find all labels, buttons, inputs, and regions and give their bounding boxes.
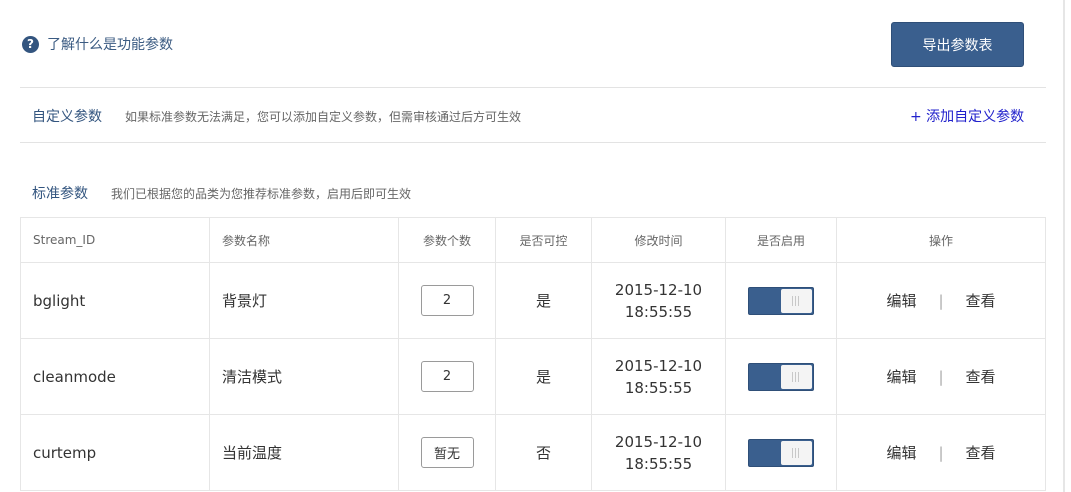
- toggle-knob: [781, 364, 812, 389]
- param-count-cell: 暂无: [398, 414, 496, 491]
- grip-icon: [792, 371, 801, 382]
- divider: [20, 87, 1046, 88]
- enabled-cell: [725, 414, 837, 491]
- actions-cell: 编辑 | 查看: [836, 414, 1046, 491]
- grip-icon: [792, 447, 801, 458]
- modified-time-cell: 2015-12-10 18:55:55: [591, 338, 726, 415]
- grip-icon: [792, 295, 801, 306]
- stream-id-cell: bglight: [20, 262, 210, 339]
- custom-params-label: 自定义参数: [32, 109, 102, 125]
- toggle-knob: [781, 288, 812, 313]
- param-count-cell: 2: [398, 262, 496, 339]
- stream-id-cell: cleanmode: [20, 338, 210, 415]
- param-name-cell: 清洁模式: [209, 338, 399, 415]
- help-link-label: 了解什么是功能参数: [47, 37, 173, 53]
- actions-cell: 编辑 | 查看: [836, 262, 1046, 339]
- modified-clock: 18:55:55: [624, 302, 693, 321]
- help-link[interactable]: ? 了解什么是功能参数: [22, 34, 173, 54]
- controllable-cell: 否: [495, 414, 592, 491]
- param-name-cell: 背景灯: [209, 262, 399, 339]
- controllable-cell: 是: [495, 338, 592, 415]
- modified-date: 2015-12-10: [614, 432, 703, 451]
- standard-params-description: 我们已根据您的品类为您推荐标准参数，启用后即可生效: [111, 187, 412, 201]
- view-link[interactable]: 查看: [966, 292, 996, 310]
- toggle-knob: [781, 440, 812, 465]
- actions-cell: 编辑 | 查看: [836, 338, 1046, 415]
- table-row: cleanmode 清洁模式 2 是 2015-12-10 18:55:55 编辑…: [20, 338, 1046, 415]
- action-separator: |: [938, 292, 944, 310]
- column-header-modified-time: 修改时间: [591, 217, 726, 263]
- view-link[interactable]: 查看: [966, 444, 996, 462]
- export-params-button[interactable]: 导出参数表: [891, 22, 1024, 67]
- edit-link[interactable]: 编辑: [886, 368, 916, 386]
- column-header-actions: 操作: [836, 217, 1046, 263]
- enabled-cell: [725, 338, 837, 415]
- column-header-stream-id: Stream_ID: [20, 217, 210, 263]
- enable-toggle[interactable]: [748, 286, 814, 315]
- param-count-box: 暂无: [420, 437, 474, 468]
- column-header-param-count: 参数个数: [398, 217, 496, 263]
- controllable-cell: 是: [495, 262, 592, 339]
- enable-toggle[interactable]: [748, 362, 814, 391]
- column-header-controllable: 是否可控: [495, 217, 592, 263]
- modified-clock: 18:55:55: [624, 454, 693, 473]
- param-count-box: 2: [420, 285, 474, 316]
- column-header-enabled: 是否启用: [725, 217, 837, 263]
- table-header-row: Stream_ID 参数名称 参数个数 是否可控 修改时间 是否启用 操作: [20, 217, 1046, 263]
- action-separator: |: [938, 368, 944, 386]
- divider: [20, 142, 1046, 143]
- table-row: bglight 背景灯 2 是 2015-12-10 18:55:55 编辑 | 查看: [20, 262, 1046, 339]
- question-circle-icon: ?: [22, 35, 39, 53]
- action-separator: |: [938, 444, 944, 462]
- table-row: curtemp 当前温度 暂无 否 2015-12-10 18:55:55 编辑 |…: [20, 414, 1046, 491]
- custom-params-description: 如果标准参数无法满足，您可以添加自定义参数，但需审核通过后方可生效: [125, 110, 522, 124]
- page-right-border: [1063, 0, 1065, 492]
- stream-id-cell: curtemp: [20, 414, 210, 491]
- view-link[interactable]: 查看: [966, 368, 996, 386]
- modified-clock: 18:55:55: [624, 378, 693, 397]
- modified-time-cell: 2015-12-10 18:55:55: [591, 414, 726, 491]
- modified-date: 2015-12-10: [614, 280, 703, 299]
- enable-toggle[interactable]: [748, 438, 814, 467]
- standard-params-label: 标准参数: [32, 186, 88, 202]
- modified-time-cell: 2015-12-10 18:55:55: [591, 262, 726, 339]
- edit-link[interactable]: 编辑: [886, 444, 916, 462]
- modified-date: 2015-12-10: [614, 356, 703, 375]
- add-custom-param-link[interactable]: + 添加自定义参数: [910, 106, 1024, 126]
- edit-link[interactable]: 编辑: [886, 292, 916, 310]
- param-count-cell: 2: [398, 338, 496, 415]
- param-name-cell: 当前温度: [209, 414, 399, 491]
- param-count-box: 2: [420, 361, 474, 392]
- enabled-cell: [725, 262, 837, 339]
- column-header-param-name: 参数名称: [209, 217, 399, 263]
- params-table: Stream_ID 参数名称 参数个数 是否可控 修改时间 是否启用 操作 bg…: [20, 217, 1046, 491]
